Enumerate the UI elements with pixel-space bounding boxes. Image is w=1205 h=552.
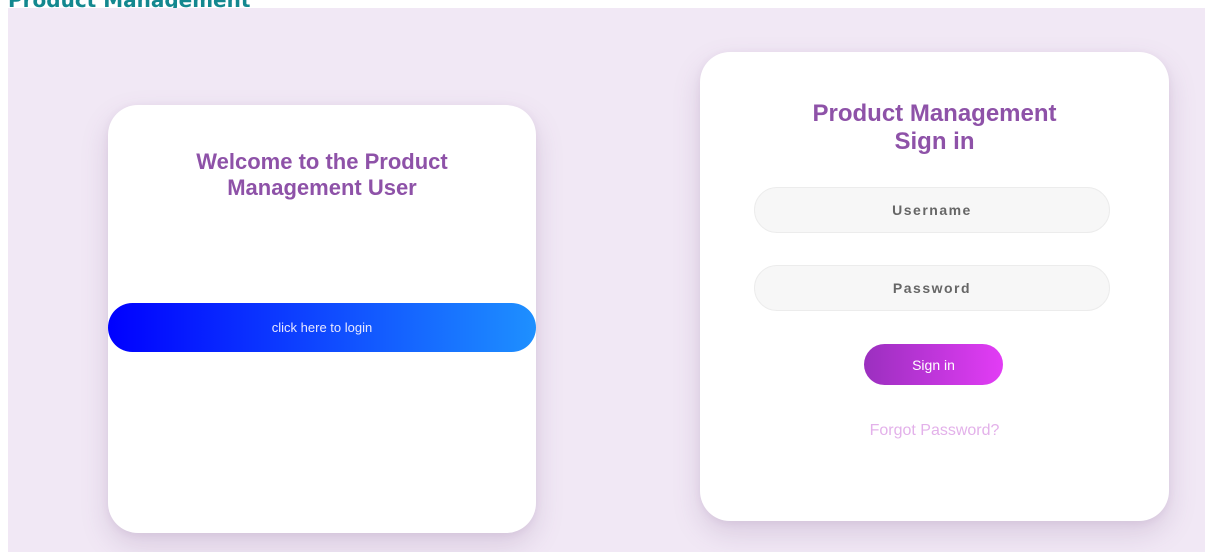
click-to-login-label: click here to login <box>271 320 373 335</box>
signin-title-line1: Product Management <box>812 100 1057 127</box>
click-to-login-button[interactable]: click here to login <box>108 303 536 352</box>
sign-in-button[interactable]: Sign in <box>864 344 1003 385</box>
signin-title: Product Management Sign in <box>700 100 1169 156</box>
page-background: Welcome to the Product Management User c… <box>8 8 1205 552</box>
welcome-card: Welcome to the Product Management User c… <box>108 105 536 533</box>
password-input[interactable] <box>754 265 1110 311</box>
signin-card: Product Management Sign in Sign in Forgo… <box>700 52 1169 521</box>
signin-title-line2: Sign in <box>894 128 975 155</box>
forgot-password-link[interactable]: Forgot Password? <box>700 422 1169 440</box>
username-input[interactable] <box>754 187 1110 233</box>
welcome-title: Welcome to the Product Management User <box>196 149 448 200</box>
